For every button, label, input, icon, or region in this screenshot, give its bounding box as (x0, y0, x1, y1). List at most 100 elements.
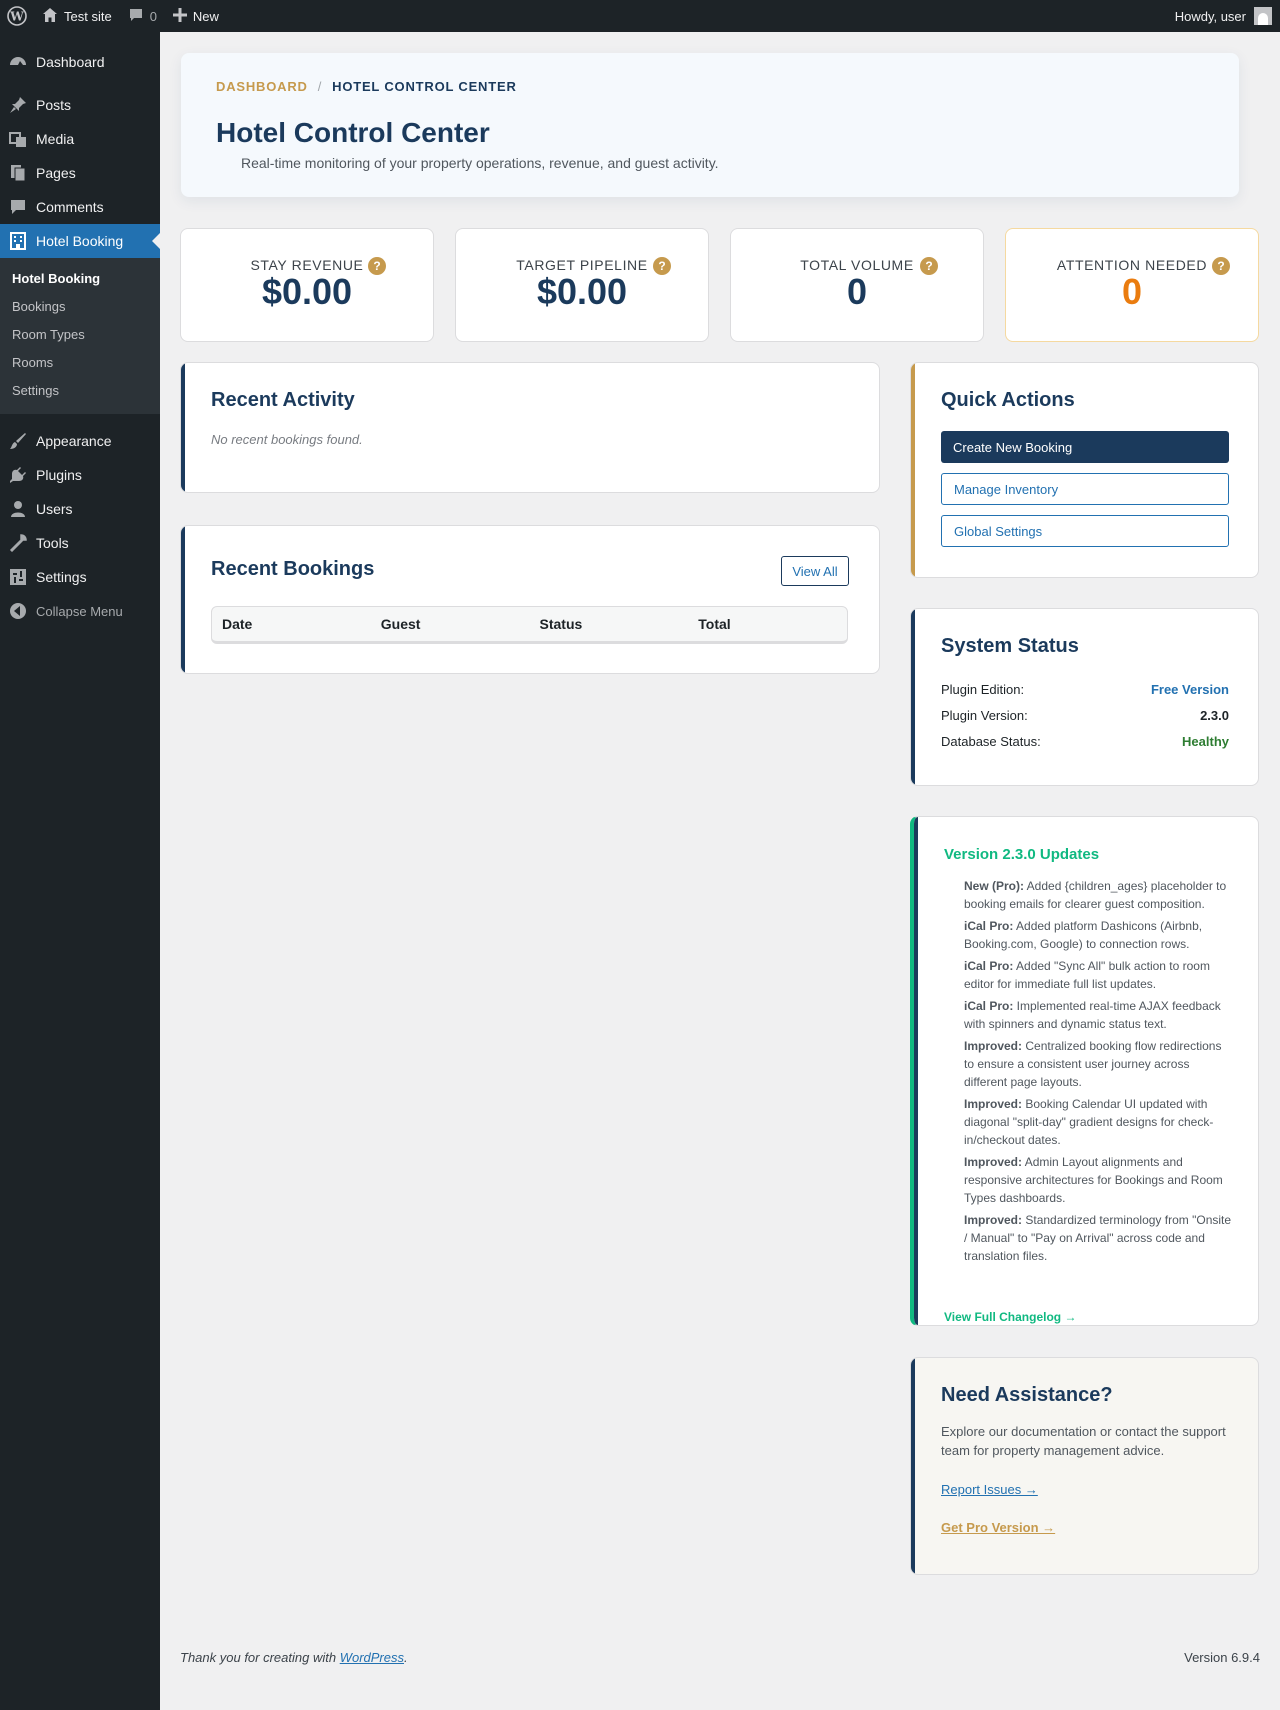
column-header-total[interactable]: Total (688, 616, 847, 632)
user-icon (8, 499, 28, 519)
updates-title: Version 2.3.0 Updates (944, 846, 1100, 863)
view-full-changelog-link[interactable]: View Full Changelog → (944, 1310, 1076, 1324)
sidebar-item-hotel-booking[interactable]: Hotel Booking (0, 224, 160, 258)
stat-card-target-pipeline: TARGET PIPELINE ? $0.00 (455, 228, 709, 342)
recent-activity-title: Recent Activity (211, 389, 355, 411)
update-item: Improved: Admin Layout alignments and re… (964, 1155, 1223, 1205)
breadcrumb-separator: / (317, 79, 323, 94)
admin-sidebar: Dashboard Posts Media Pages Comments Hot… (0, 32, 160, 1710)
column-header-guest[interactable]: Guest (371, 616, 530, 632)
collapse-menu-button[interactable]: Collapse Menu (0, 594, 160, 628)
sidebar-item-posts[interactable]: Posts (0, 88, 160, 122)
status-value: 2.3.0 (1200, 708, 1229, 723)
stat-card-stay-revenue: STAY REVENUE ? $0.00 (180, 228, 434, 342)
bookings-table-header: Date Guest Status Total (211, 606, 848, 644)
sidebar-item-label: Appearance (36, 433, 112, 449)
update-item: Improved: Standardized terminology from … (964, 1213, 1232, 1263)
footer-thanks-text: Thank you for creating with (180, 1650, 340, 1665)
new-label: New (192, 8, 219, 24)
update-item: New (Pro): Added {children_ages} placeho… (964, 879, 1227, 911)
comment-icon (8, 197, 28, 217)
sidebar-item-users[interactable]: Users (0, 492, 160, 526)
page-header: DASHBOARD / HOTEL CONTROL CENTER Hotel Con… (181, 53, 1239, 197)
comments-count: 0 (149, 8, 157, 24)
sidebar-item-appearance[interactable]: Appearance (0, 424, 160, 458)
get-pro-version-link[interactable]: Get Pro Version → (941, 1520, 1055, 1535)
page-subtitle: Real-time monitoring of your property op… (241, 155, 719, 171)
version-updates-card: Version 2.3.0 Updates New (Pro): Added {… (910, 816, 1259, 1326)
system-status-card: System Status Plugin Edition: Free Versi… (910, 608, 1259, 786)
wordpress-link[interactable]: WordPress (340, 1650, 404, 1665)
breadcrumb-current: HOTEL CONTROL CENTER (332, 79, 517, 94)
submenu-item-rooms[interactable]: Rooms (0, 349, 160, 377)
update-item: Improved: Centralized booking flow redir… (964, 1039, 1222, 1089)
sidebar-item-label: Plugins (36, 467, 82, 483)
avatar (1254, 7, 1272, 25)
create-new-booking-button[interactable]: Create New Booking (941, 431, 1229, 463)
global-settings-button[interactable]: Global Settings (941, 515, 1229, 547)
update-item: iCal Pro: Added "Sync All" bulk action t… (964, 959, 1210, 991)
stat-card-total-volume: TOTAL VOLUME ? 0 (730, 228, 984, 342)
update-item: iCal Pro: Implemented real-time AJAX fee… (964, 999, 1221, 1031)
sidebar-item-label: Settings (36, 569, 87, 585)
breadcrumb-dashboard-link[interactable]: DASHBOARD (216, 79, 308, 94)
brush-icon (8, 431, 28, 451)
recent-bookings-card: Recent Bookings View All Date Guest Stat… (180, 525, 880, 674)
footer-thanks: Thank you for creating with WordPress. (180, 1650, 408, 1665)
submenu-item-room-types[interactable]: Room Types (0, 321, 160, 349)
sidebar-item-label: Comments (36, 199, 104, 215)
need-assistance-card: Need Assistance? Explore our documentati… (910, 1357, 1259, 1575)
status-row-version: Plugin Version: 2.3.0 (941, 708, 1229, 723)
comments-link[interactable]: 0 (120, 0, 165, 32)
sidebar-item-label: Users (36, 501, 73, 517)
account-menu[interactable]: Howdy, user (1167, 0, 1280, 32)
sidebar-item-media[interactable]: Media (0, 122, 160, 156)
sidebar-item-pages[interactable]: Pages (0, 156, 160, 190)
sidebar-item-plugins[interactable]: Plugins (0, 458, 160, 492)
stat-card-attention-needed: ATTENTION NEEDED ? 0 (1005, 228, 1259, 342)
status-label: Plugin Edition: (941, 682, 1025, 697)
footer-version: Version 6.9.4 (1184, 1650, 1260, 1665)
view-all-button[interactable]: View All (781, 556, 849, 586)
page-title: Hotel Control Center (216, 117, 490, 148)
status-row-database: Database Status: Healthy (941, 734, 1229, 749)
recent-activity-card: Recent Activity No recent bookings found… (180, 362, 880, 493)
manage-inventory-button[interactable]: Manage Inventory (941, 473, 1229, 505)
collapse-arrow-icon (8, 601, 28, 621)
submenu-item-hotel-booking[interactable]: Hotel Booking (0, 265, 160, 293)
quick-actions-title: Quick Actions (941, 389, 1075, 411)
submenu-item-settings[interactable]: Settings (0, 377, 160, 405)
update-item: iCal Pro: Added platform Dashicons (Airb… (964, 919, 1203, 951)
plus-icon (172, 7, 187, 25)
sidebar-item-label: Hotel Booking (36, 233, 124, 249)
updates-list: New (Pro): Added {children_ages} placeho… (964, 877, 1234, 1269)
column-header-status[interactable]: Status (530, 616, 689, 632)
quick-actions-card: .qa::before{background:#c69a4d !importan… (910, 362, 1259, 578)
site-name: Test site (64, 8, 112, 24)
column-header-date[interactable]: Date (212, 616, 371, 632)
status-row-edition: Plugin Edition: Free Version (941, 682, 1229, 697)
stat-value: 0 (846, 271, 868, 312)
sidebar-item-label: Posts (36, 97, 72, 113)
settings-icon (8, 567, 28, 587)
new-content-link[interactable]: New (165, 0, 227, 32)
comment-bubble-icon (128, 7, 144, 26)
sidebar-item-dashboard[interactable]: Dashboard (0, 44, 160, 80)
need-assistance-title: Need Assistance? (941, 1384, 1113, 1406)
sidebar-item-comments[interactable]: Comments (0, 190, 160, 224)
site-name-link[interactable]: Test site (34, 0, 120, 32)
sidebar-item-settings[interactable]: Settings (0, 560, 160, 594)
plug-icon (8, 465, 28, 485)
footer-suffix: . (404, 1650, 408, 1665)
wordpress-logo-icon[interactable]: W (0, 0, 34, 32)
system-status-title: System Status (941, 635, 1079, 657)
sidebar-item-tools[interactable]: Tools (0, 526, 160, 560)
sidebar-item-label: Pages (36, 165, 76, 181)
breadcrumb: DASHBOARD / HOTEL CONTROL CENTER (216, 79, 517, 94)
admin-bar: W Test site 0 New Howdy, user (0, 0, 1280, 32)
report-issues-link[interactable]: Report Issues → (941, 1482, 1038, 1497)
status-value: Healthy (1182, 734, 1229, 749)
hotel-booking-submenu: Hotel Booking Bookings Room Types Rooms … (0, 258, 160, 414)
collapse-menu-label: Collapse Menu (36, 603, 123, 619)
submenu-item-bookings[interactable]: Bookings (0, 293, 160, 321)
